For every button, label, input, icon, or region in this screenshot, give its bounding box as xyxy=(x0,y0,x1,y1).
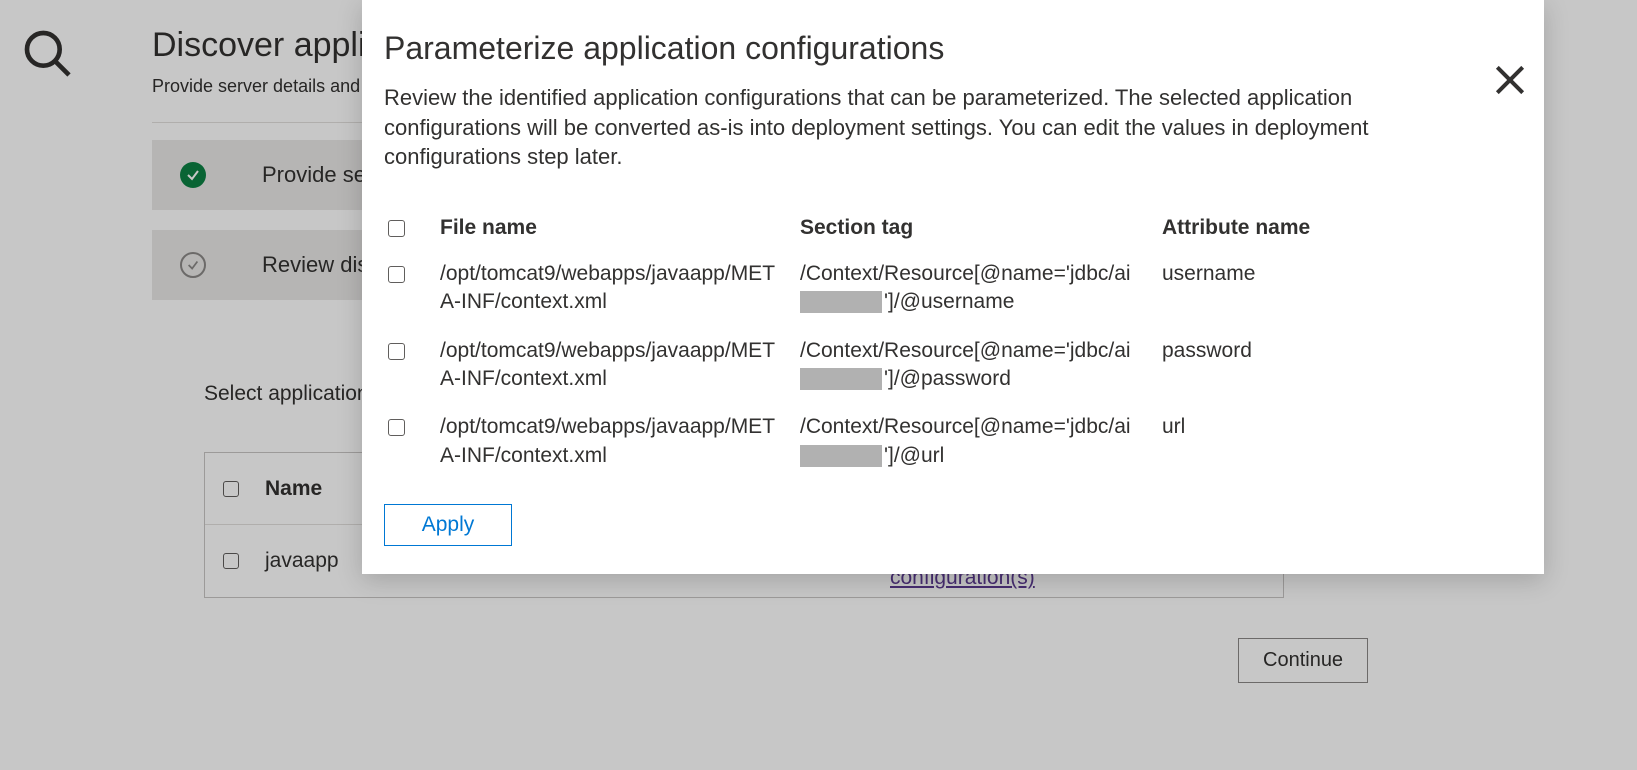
select-all-checkbox xyxy=(223,481,239,497)
redacted-text xyxy=(800,445,882,467)
redacted-text xyxy=(800,291,882,313)
row-checkbox xyxy=(223,553,239,569)
section-tag-cell: /Context/Resource[@name='jdbc/ai']/@pass… xyxy=(800,337,1162,394)
select-all-checkbox[interactable] xyxy=(388,220,405,237)
page-subtitle: Provide server details and run xyxy=(152,76,391,97)
file-name-cell: /opt/tomcat9/webapps/javaapp/META-INF/co… xyxy=(440,413,800,470)
attribute-name-cell: password xyxy=(1162,337,1518,365)
configurations-table: File name Section tag Attribute name /op… xyxy=(384,214,1518,470)
column-header-file: File name xyxy=(440,214,800,240)
app-name: javaapp xyxy=(265,549,339,573)
redacted-text xyxy=(800,368,882,390)
step-label: Provide se xyxy=(262,162,366,188)
row-checkbox[interactable] xyxy=(388,343,405,360)
column-header-section: Section tag xyxy=(800,214,1162,240)
search-icon xyxy=(20,26,76,82)
row-checkbox[interactable] xyxy=(388,266,405,283)
apply-button[interactable]: Apply xyxy=(384,504,512,546)
column-header-name: Name xyxy=(265,477,322,501)
section-tag-cell: /Context/Resource[@name='jdbc/ai']/@url xyxy=(800,413,1162,470)
select-apps-label: Select applications xyxy=(204,382,379,406)
column-header-attribute: Attribute name xyxy=(1162,214,1518,240)
step-label: Review dis xyxy=(262,252,368,278)
row-checkbox[interactable] xyxy=(388,419,405,436)
section-tag-cell: /Context/Resource[@name='jdbc/ai']/@user… xyxy=(800,260,1162,317)
modal-description: Review the identified application config… xyxy=(384,83,1464,172)
attribute-name-cell: url xyxy=(1162,413,1518,441)
modal-title: Parameterize application configurations xyxy=(384,30,1518,67)
attribute-name-cell: username xyxy=(1162,260,1518,288)
parameterize-modal: Parameterize application configurations … xyxy=(362,0,1544,574)
close-icon xyxy=(1491,61,1529,99)
checkmark-circle-icon xyxy=(180,162,206,188)
close-button[interactable] xyxy=(1484,54,1536,106)
file-name-cell: /opt/tomcat9/webapps/javaapp/META-INF/co… xyxy=(440,337,800,394)
checkmark-outline-icon xyxy=(180,252,206,278)
file-name-cell: /opt/tomcat9/webapps/javaapp/META-INF/co… xyxy=(440,260,800,317)
continue-button: Continue xyxy=(1238,638,1368,683)
